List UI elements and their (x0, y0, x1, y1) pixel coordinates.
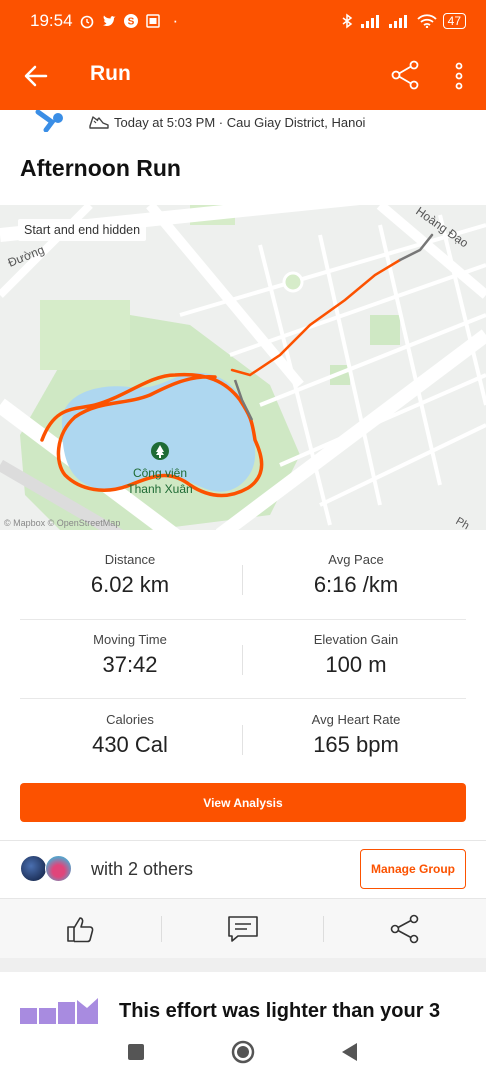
recents-icon[interactable] (124, 1040, 148, 1064)
alarm-icon (80, 15, 93, 29)
stat-avg-pace: Avg Pace 6:16 /km (241, 552, 471, 598)
signal-icon (360, 15, 379, 28)
divider (323, 916, 324, 942)
stat-value: 100 m (325, 652, 387, 677)
svg-text:S: S (127, 17, 134, 28)
view-analysis-button[interactable]: View Analysis (20, 783, 466, 822)
page-title: Run (90, 62, 131, 85)
stat-elevation-gain: Elevation Gain 100 m (241, 632, 471, 678)
insight-card[interactable]: This effort was lighter than your 3 (0, 972, 486, 1024)
group-with-text[interactable]: with 2 others (91, 859, 193, 880)
insight-text: This effort was lighter than your 3 (119, 1000, 441, 1022)
app-icon: S (123, 14, 138, 28)
divider (20, 698, 466, 699)
stat-moving-time: Moving Time 37:42 (15, 632, 245, 678)
map-attribution[interactable]: © Mapbox © OpenStreetMap (4, 518, 120, 528)
stat-avg-heart-rate: Avg Heart Rate 165 bpm (241, 712, 471, 758)
image-icon (145, 14, 160, 28)
divider (161, 916, 162, 942)
status-bar: 19:54 S · 47 (0, 0, 486, 42)
stat-label: Moving Time (93, 632, 167, 647)
avatar[interactable] (20, 855, 47, 882)
bluetooth-icon (342, 13, 352, 29)
map-park-label: Thanh Xuân (127, 482, 192, 496)
stat-label: Elevation Gain (313, 632, 399, 647)
activity-title: Afternoon Run (20, 155, 181, 181)
thumbs-up-icon[interactable] (64, 913, 98, 945)
map-canvas: Đường Hoàng Đạo Công viên Thanh Xuân Ph (0, 205, 486, 530)
share-icon[interactable] (388, 913, 422, 945)
share-icon[interactable] (390, 59, 422, 91)
avatar[interactable] (45, 855, 72, 882)
stat-label: Avg Heart Rate (311, 712, 401, 727)
status-time: 19:54 (30, 11, 73, 30)
shoe-icon (89, 116, 109, 129)
more-vertical-icon[interactable] (448, 60, 470, 92)
stat-label: Avg Pace (328, 552, 384, 567)
twitter-icon (102, 15, 116, 27)
group-row: with 2 others Manage Group (0, 840, 486, 898)
relative-effort-icon (20, 998, 98, 1024)
home-icon[interactable] (231, 1040, 255, 1064)
dot-icon: · (172, 11, 179, 30)
divider (20, 619, 466, 620)
stat-value: 165 bpm (313, 732, 399, 757)
section-gap (0, 958, 486, 972)
runner-avatar-icon (35, 110, 63, 132)
stat-value: 6.02 km (90, 572, 170, 597)
route-map[interactable]: Đường Hoàng Đạo Công viên Thanh Xuân Ph … (0, 205, 486, 530)
activity-date-location: Today at 5:03 PM · Cau Giay District, Ha… (114, 115, 366, 130)
arrow-left-icon[interactable] (22, 62, 50, 90)
battery-icon: 47 (442, 13, 466, 29)
stat-label: Distance (104, 552, 156, 567)
action-bar (0, 898, 486, 958)
signal-icon (388, 15, 407, 28)
wifi-icon (417, 14, 437, 28)
stat-value: 6:16 /km (313, 572, 399, 597)
manage-group-button[interactable]: Manage Group (360, 849, 466, 889)
start-end-hidden-notice: Start and end hidden (18, 219, 147, 241)
comment-icon[interactable] (226, 913, 260, 945)
system-nav-bar (0, 1024, 486, 1080)
back-icon[interactable] (338, 1040, 362, 1064)
stat-distance: Distance 6.02 km (15, 552, 245, 598)
map-park-label: Công viên (133, 466, 187, 480)
stat-calories: Calories 430 Cal (15, 712, 245, 758)
stat-value: 430 Cal (92, 732, 168, 757)
activity-meta: Today at 5:03 PM · Cau Giay District, Ha… (20, 110, 470, 136)
app-bar: Run (0, 42, 486, 110)
stat-label: Calories (106, 712, 154, 727)
stat-value: 37:42 (102, 652, 158, 677)
